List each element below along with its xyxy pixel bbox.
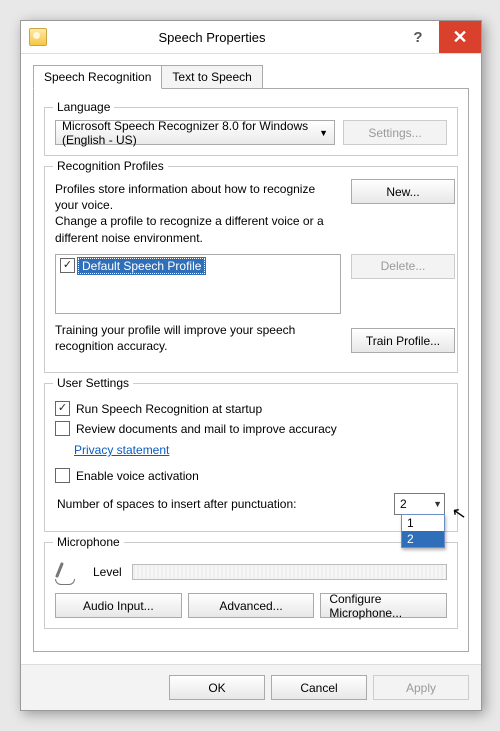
- recognition-profiles-group: Recognition Profiles Profiles store info…: [44, 166, 458, 373]
- tab-panel: Language Microsoft Speech Recognizer 8.0…: [33, 88, 469, 652]
- window-title: Speech Properties: [27, 30, 397, 45]
- delete-profile-button: Delete...: [351, 254, 455, 279]
- help-button[interactable]: ?: [397, 21, 439, 53]
- speech-properties-dialog: Speech Properties ? ✕ Speech Recognition…: [20, 20, 482, 711]
- dialog-footer: OK Cancel Apply: [21, 664, 481, 710]
- cancel-button[interactable]: Cancel: [271, 675, 367, 700]
- ok-button[interactable]: OK: [169, 675, 265, 700]
- train-description: Training your profile will improve your …: [55, 322, 341, 354]
- new-profile-button[interactable]: New...: [351, 179, 455, 204]
- spaces-after-punctuation-label: Number of spaces to insert after punctua…: [57, 497, 296, 511]
- chevron-down-icon: ▼: [433, 499, 442, 509]
- close-button[interactable]: ✕: [439, 21, 481, 53]
- profile-item-default[interactable]: Default Speech Profile: [58, 257, 338, 275]
- cursor-icon: ↖: [450, 503, 468, 525]
- run-at-startup-checkbox[interactable]: [55, 401, 70, 416]
- language-group: Language Microsoft Speech Recognizer 8.0…: [44, 107, 458, 156]
- language-engine-select[interactable]: Microsoft Speech Recognizer 8.0 for Wind…: [55, 120, 335, 145]
- privacy-statement-link[interactable]: Privacy statement: [74, 443, 169, 457]
- microphone-icon: [55, 559, 83, 585]
- run-at-startup-label: Run Speech Recognition at startup: [76, 402, 262, 416]
- enable-voice-activation-label: Enable voice activation: [76, 469, 199, 483]
- profiles-description: Profiles store information about how to …: [55, 181, 341, 246]
- level-label: Level: [93, 565, 122, 579]
- spaces-dropdown-list: 1 2: [401, 514, 445, 548]
- profile-checkbox[interactable]: [60, 258, 75, 273]
- chevron-down-icon: ▼: [319, 128, 328, 138]
- configure-microphone-button[interactable]: Configure Microphone...: [320, 593, 447, 618]
- train-profile-button[interactable]: Train Profile...: [351, 328, 455, 353]
- tab-strip: Speech Recognition Text to Speech: [33, 65, 469, 89]
- app-icon: [29, 28, 47, 46]
- language-engine-value: Microsoft Speech Recognizer 8.0 for Wind…: [62, 119, 319, 147]
- user-settings-group: User Settings Run Speech Recognition at …: [44, 383, 458, 532]
- microphone-group-label: Microphone: [53, 535, 124, 549]
- audio-input-button[interactable]: Audio Input...: [55, 593, 182, 618]
- microphone-level-meter: [132, 564, 447, 580]
- tab-speech-recognition[interactable]: Speech Recognition: [33, 65, 162, 89]
- spaces-option-1[interactable]: 1: [402, 515, 444, 531]
- spaces-option-2[interactable]: 2: [402, 531, 444, 547]
- language-group-label: Language: [53, 100, 114, 114]
- advanced-button[interactable]: Advanced...: [188, 593, 315, 618]
- enable-voice-activation-checkbox[interactable]: [55, 468, 70, 483]
- language-settings-button: Settings...: [343, 120, 447, 145]
- tab-text-to-speech[interactable]: Text to Speech: [161, 65, 262, 89]
- profile-item-label: Default Speech Profile: [78, 258, 205, 274]
- apply-button: Apply: [373, 675, 469, 700]
- review-docs-label: Review documents and mail to improve acc…: [76, 422, 337, 436]
- user-settings-group-label: User Settings: [53, 376, 133, 390]
- profiles-group-label: Recognition Profiles: [53, 159, 168, 173]
- titlebar: Speech Properties ? ✕: [21, 21, 481, 54]
- spaces-after-punctuation-select[interactable]: 2 ▼ 1 2 ↖: [394, 493, 445, 515]
- spaces-value: 2: [400, 497, 407, 511]
- microphone-group: Microphone Level Audio Input... Advanced…: [44, 542, 458, 629]
- profiles-listbox[interactable]: Default Speech Profile: [55, 254, 341, 314]
- review-docs-checkbox[interactable]: [55, 421, 70, 436]
